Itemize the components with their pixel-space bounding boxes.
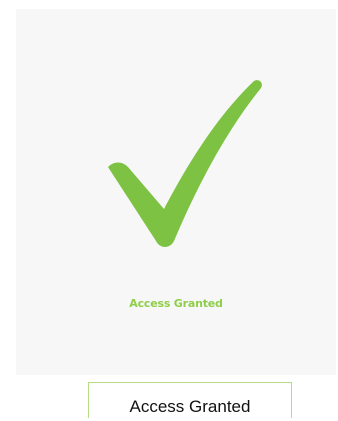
banner-label: Access Granted (129, 397, 251, 416)
checkmark-icon (108, 80, 262, 248)
access-granted-banner: Access Granted (88, 382, 292, 418)
checkmark-shape (108, 80, 262, 248)
status-card: Access Granted (16, 9, 336, 375)
access-granted-caption: Access Granted (129, 297, 223, 310)
access-screen: Access Granted Access Granted (0, 0, 338, 421)
